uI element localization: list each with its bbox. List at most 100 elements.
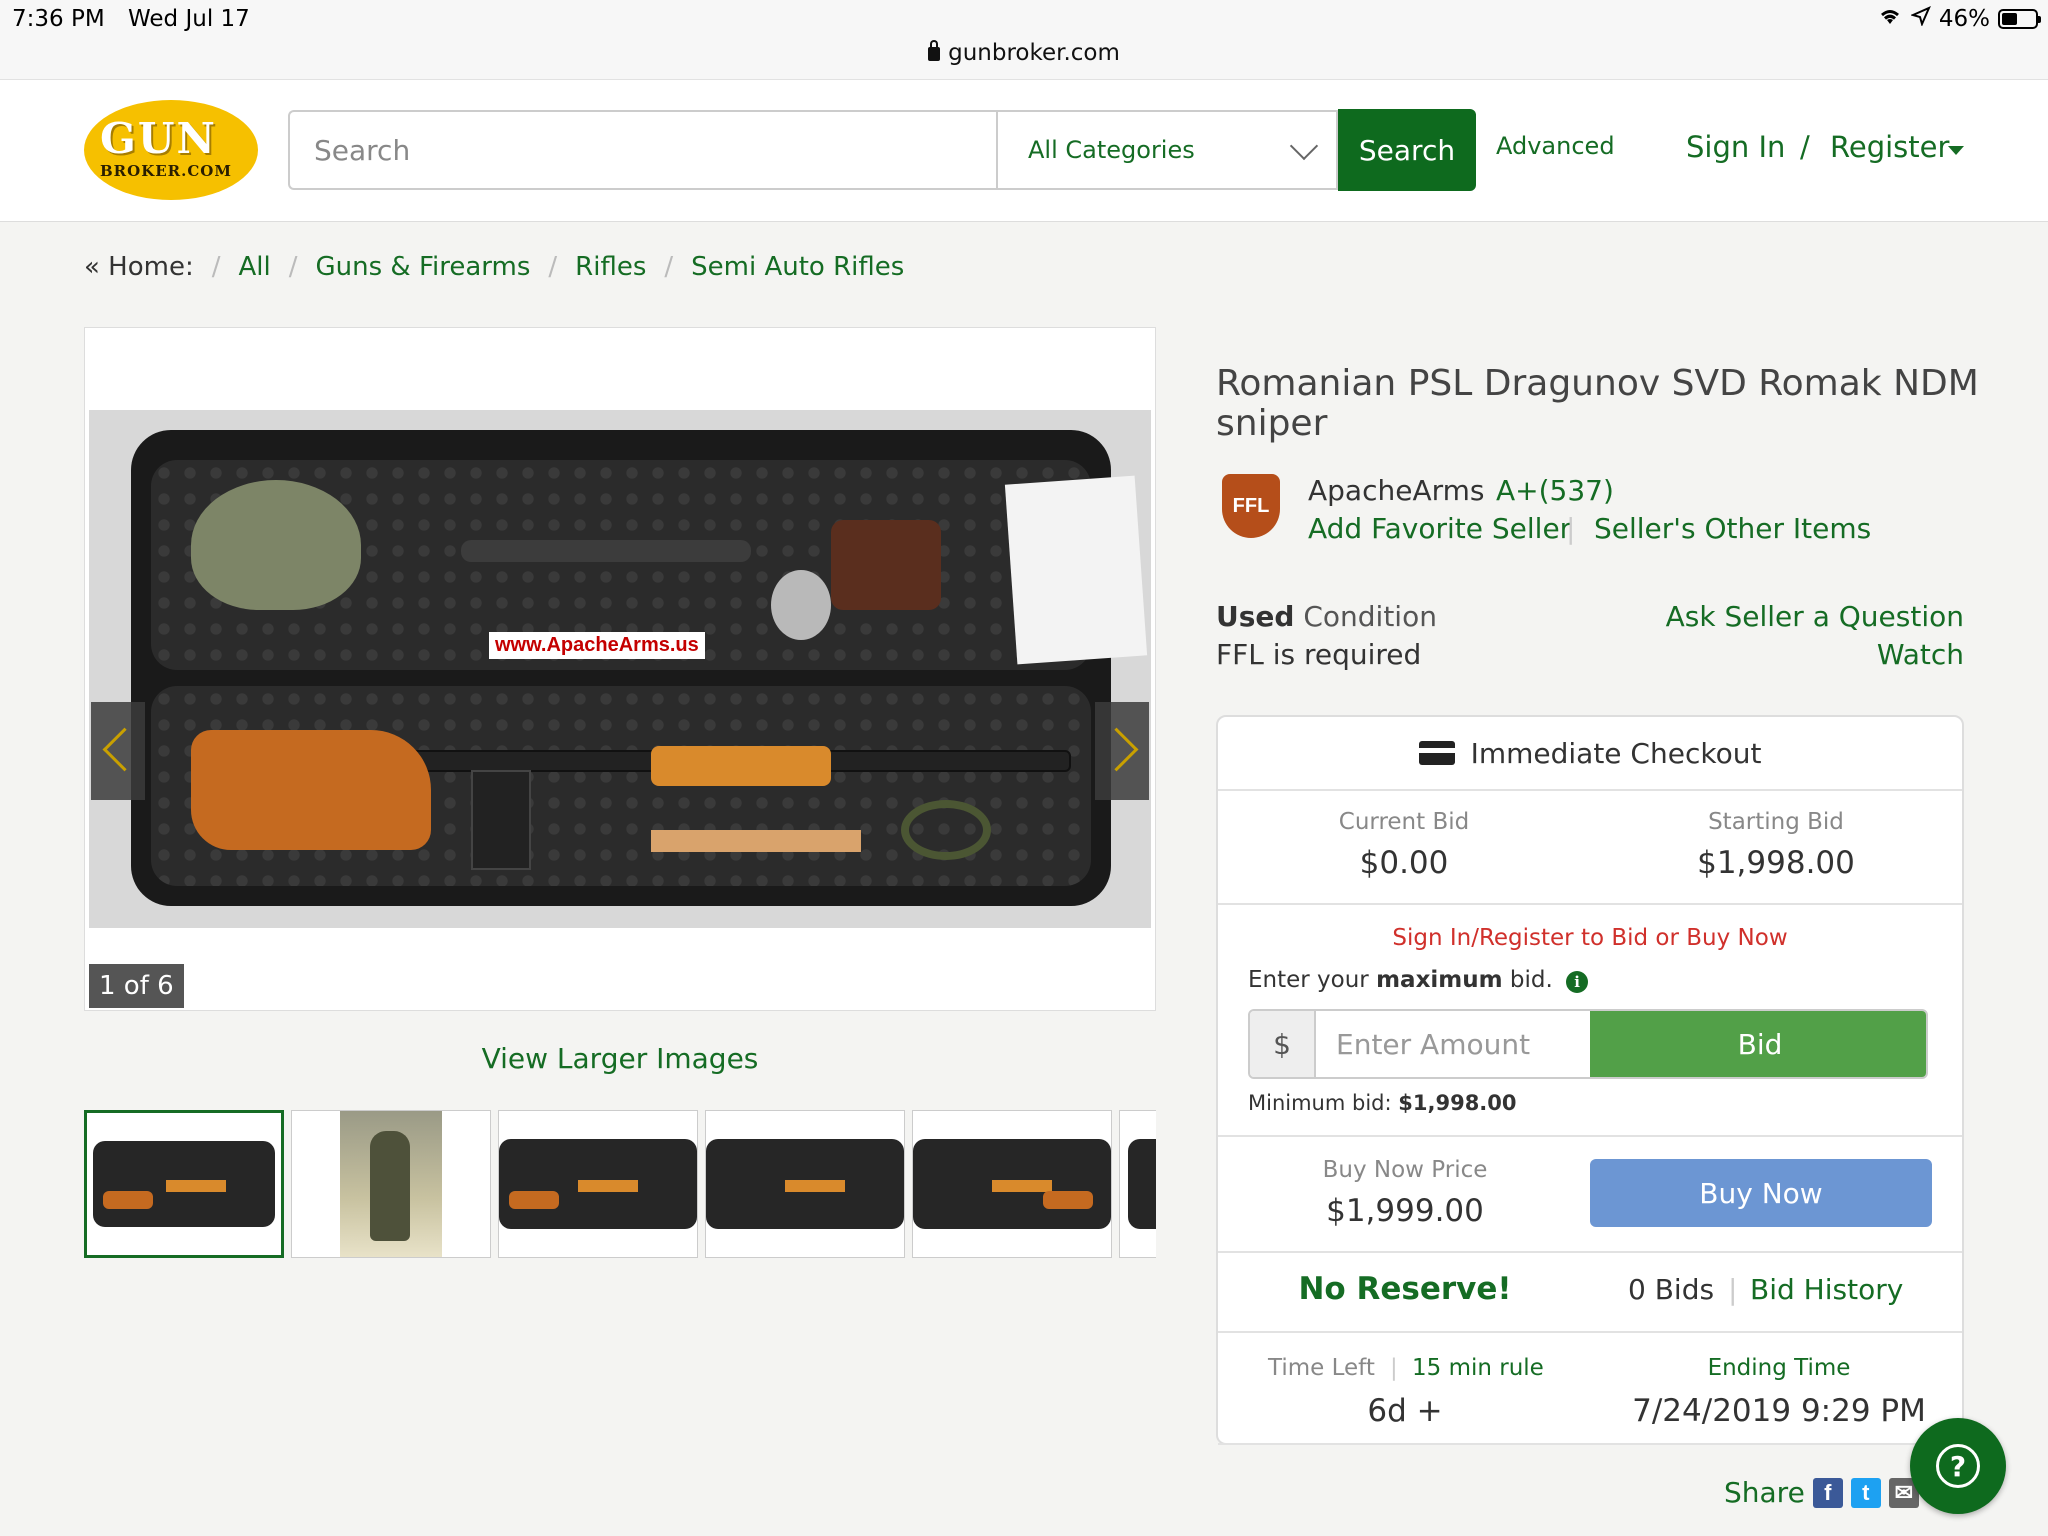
logo-text-top: GUN — [100, 114, 217, 163]
no-reserve-label: No Reserve! — [1298, 1271, 1512, 1307]
starting-bid-label: Starting Bid — [1708, 809, 1844, 835]
time-left-label: Time Left — [1268, 1355, 1375, 1381]
breadcrumb-semi-auto-rifles[interactable]: Semi Auto Rifles — [691, 252, 904, 282]
cheek-rest-bag — [191, 480, 361, 610]
breadcrumb-separator: / — [288, 252, 298, 282]
condition-label: Condition — [1303, 600, 1437, 633]
breadcrumb-all[interactable]: All — [238, 252, 270, 282]
thumbnail-1[interactable] — [84, 1110, 284, 1258]
previous-image-button[interactable] — [91, 702, 145, 800]
bid-summary: Current Bid $0.00 Starting Bid $1,998.00 — [1218, 791, 1962, 905]
clock: 7:36 PM — [12, 6, 105, 32]
info-icon[interactable]: i — [1566, 971, 1589, 993]
add-favorite-seller-link[interactable]: Add Favorite Seller — [1308, 512, 1571, 545]
bid-form: Sign In/Register to Bid or Buy Now Enter… — [1218, 905, 1962, 1137]
min-bid-value: $1,998.00 — [1398, 1091, 1517, 1115]
listing-title: Romanian PSL Dragunov SVD Romak NDM snip… — [1216, 363, 1979, 444]
chevron-down-icon — [1289, 131, 1319, 161]
buy-now-price-value: $1,999.00 — [1326, 1193, 1484, 1229]
battery-percent: 46% — [1938, 6, 1990, 32]
reserve-row: No Reserve! 0 Bids | Bid History — [1218, 1253, 1962, 1333]
search-input[interactable] — [288, 110, 998, 190]
seller-other-items-link[interactable]: Seller's Other Items — [1594, 512, 1871, 545]
status-icons: 46% — [1877, 6, 2041, 32]
wifi-icon — [1877, 6, 1903, 32]
breadcrumb-home[interactable]: « Home: — [84, 252, 194, 282]
image-counter: 1 of 6 — [89, 964, 184, 1008]
view-larger-label[interactable]: View Larger Images — [482, 1042, 759, 1075]
signin-to-bid-link[interactable]: Sign In/Register to Bid or Buy Now — [1218, 925, 1962, 951]
currency-addon: $ — [1250, 1011, 1316, 1077]
ffl-required-note: FFL is required — [1216, 638, 1422, 671]
thumbnail-6[interactable] — [1119, 1110, 1156, 1258]
thumbnail-2[interactable] — [291, 1110, 491, 1258]
maximum-text: maximum — [1376, 967, 1503, 993]
leather-pouch — [831, 520, 941, 610]
image-gallery: www.ApacheArms.us 1 of 6 — [84, 327, 1156, 1011]
view-larger-images-link: View Larger Images — [84, 1042, 1156, 1075]
max-bid-instruction: Enter your maximum bid. i — [1248, 967, 1589, 993]
address-bar[interactable]: gunbroker.com — [0, 40, 2048, 66]
rifle-handguard — [651, 746, 831, 786]
location-icon — [1909, 6, 1931, 32]
seller-name[interactable]: ApacheArms — [1308, 474, 1485, 507]
date: Wed Jul 17 — [128, 6, 250, 32]
register-link[interactable]: Register — [1830, 130, 1949, 164]
fifteen-min-rule-link[interactable]: 15 min rule — [1412, 1355, 1544, 1381]
category-select[interactable]: All Categories — [996, 110, 1338, 190]
help-button[interactable]: ? — [1910, 1418, 2006, 1514]
buy-now-price-label: Buy Now Price — [1322, 1157, 1488, 1183]
bidding-panel: Immediate Checkout Current Bid $0.00 Sta… — [1216, 715, 1964, 1445]
link-divider: | — [1566, 512, 1576, 545]
search-button[interactable]: Search — [1338, 109, 1476, 191]
condition: Used Condition — [1216, 600, 1437, 633]
ffl-badge: FFL — [1222, 474, 1280, 538]
rifle-scope — [461, 540, 751, 562]
thumbnail-3[interactable] — [498, 1110, 698, 1258]
condition-value: Used — [1216, 600, 1295, 633]
logo-text-bottom: BROKER.COM — [100, 162, 232, 180]
oil-flask — [771, 570, 831, 640]
manual-sheet — [1004, 475, 1148, 665]
bid-divider: | — [1728, 1273, 1738, 1306]
twitter-icon[interactable]: t — [1850, 1477, 1881, 1508]
bid-suffix-text: bid. — [1509, 967, 1553, 993]
facebook-icon[interactable]: f — [1812, 1477, 1843, 1508]
advanced-search-link[interactable]: Advanced — [1496, 132, 1615, 160]
site-header: GUN BROKER.COM All Categories Search Adv… — [0, 80, 2048, 222]
enter-your-text: Enter your — [1248, 967, 1369, 993]
rifle-case — [131, 430, 1148, 906]
url-text: gunbroker.com — [948, 40, 1120, 66]
thumbnail-4[interactable] — [705, 1110, 905, 1258]
thumbnail-5[interactable] — [912, 1110, 1112, 1258]
cleaning-rod — [651, 830, 861, 852]
ending-time-label: Ending Time — [1707, 1355, 1851, 1381]
next-image-button[interactable] — [1095, 702, 1149, 800]
bid-history-link[interactable]: Bid History — [1750, 1273, 1903, 1306]
breadcrumb-separator: / — [548, 252, 558, 282]
bid-input-group: $ Bid — [1248, 1009, 1928, 1079]
ending-time-value: 7/24/2019 9:29 PM — [1632, 1393, 1926, 1429]
gunbroker-logo[interactable]: GUN BROKER.COM — [84, 100, 258, 200]
immediate-checkout-header: Immediate Checkout — [1218, 717, 1962, 791]
ask-seller-link[interactable]: Ask Seller a Question — [1666, 600, 1964, 633]
breadcrumb-separator: / — [211, 252, 221, 282]
buy-now-button[interactable]: Buy Now — [1590, 1159, 1932, 1227]
bid-amount-input[interactable] — [1316, 1011, 1590, 1077]
sign-in-link[interactable]: Sign In — [1686, 130, 1785, 164]
bid-button[interactable]: Bid — [1590, 1011, 1926, 1077]
status-bar: 7:36 PM Wed Jul 17 gunbroker.com 46% — [0, 0, 2048, 80]
thumbnail-strip — [84, 1110, 1156, 1258]
current-bid-value: $0.00 — [1359, 845, 1449, 881]
breadcrumb-guns-firearms[interactable]: Guns & Firearms — [315, 252, 530, 282]
seller-rating[interactable]: A+(537) — [1496, 474, 1614, 507]
starting-bid-value: $1,998.00 — [1697, 845, 1855, 881]
time-row: Time Left | 15 min rule 6d + Ending Time… — [1218, 1333, 1962, 1445]
breadcrumb-rifles[interactable]: Rifles — [575, 252, 646, 282]
auth-separator: / — [1800, 130, 1810, 164]
current-bid-label: Current Bid — [1338, 809, 1470, 835]
main-product-image[interactable]: www.ApacheArms.us — [89, 410, 1151, 928]
category-value: All Categories — [1028, 136, 1195, 164]
watch-link[interactable]: Watch — [1877, 638, 1964, 671]
caret-down-icon[interactable] — [1948, 146, 1964, 155]
